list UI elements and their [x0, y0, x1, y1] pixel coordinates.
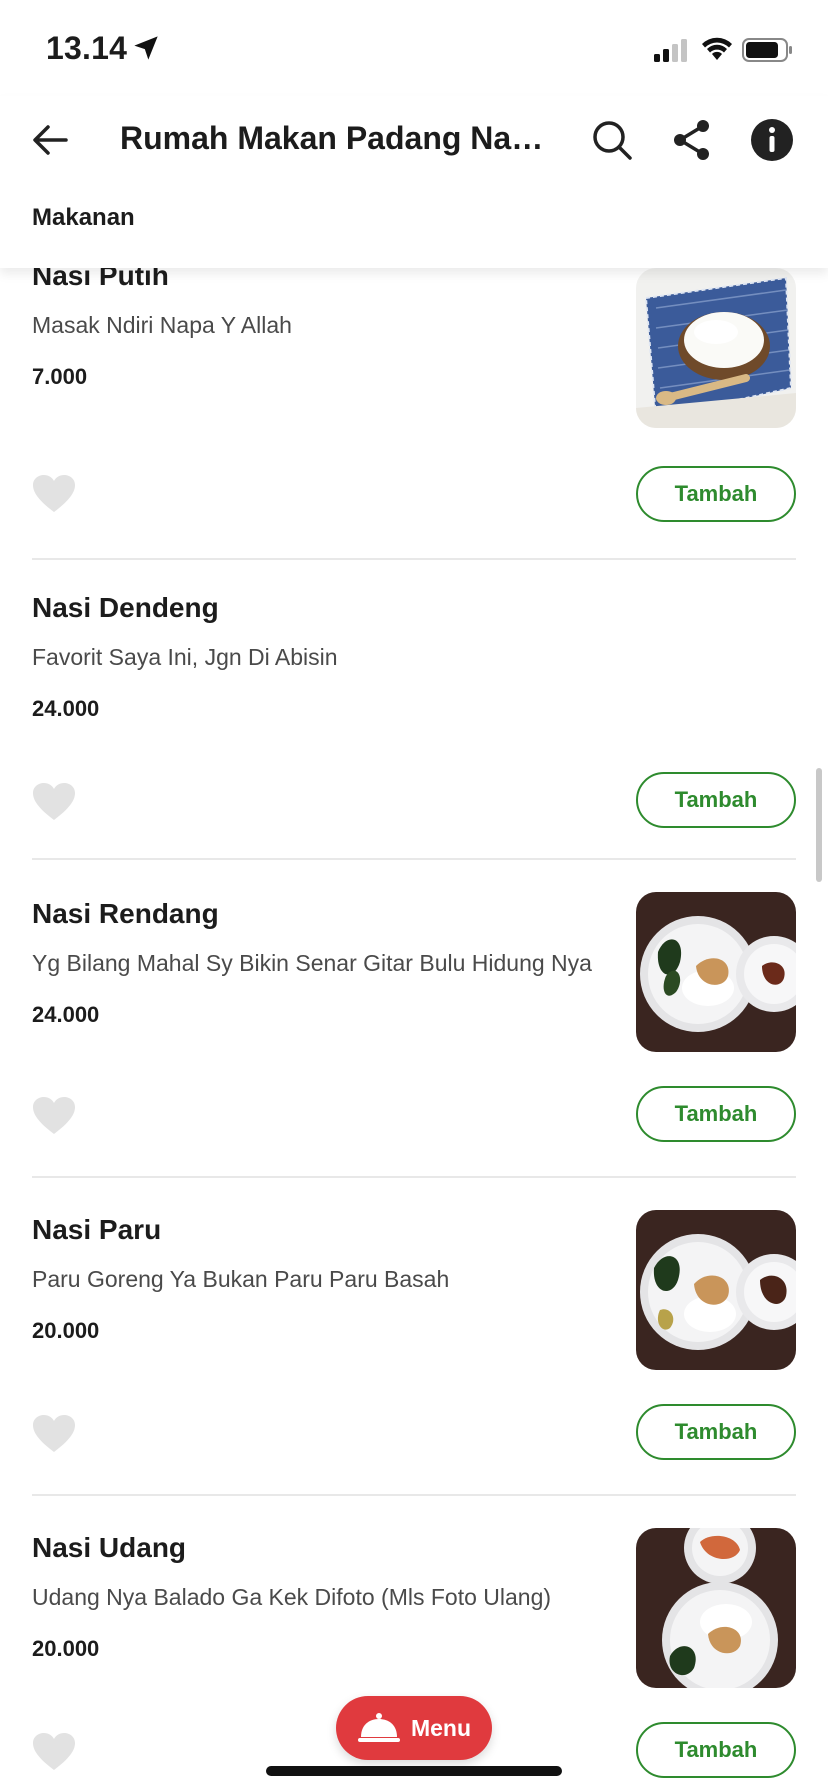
- menu-item: Nasi Rendang Yg Bilang Mahal Sy Bikin Se…: [32, 860, 796, 1178]
- scrollbar-thumb[interactable]: [816, 768, 822, 882]
- search-icon[interactable]: [590, 118, 634, 162]
- item-name: Nasi Dendeng: [32, 592, 219, 623]
- battery-icon: [742, 38, 792, 62]
- item-price: 20.000: [32, 1636, 100, 1661]
- white-rice-photo[interactable]: [636, 268, 796, 428]
- menu-item: Nasi Paru Paru Goreng Ya Bukan Paru Paru…: [32, 1178, 796, 1496]
- menu-button[interactable]: Menu: [336, 1696, 492, 1760]
- location-arrow-icon: [134, 36, 158, 60]
- cloche-icon: [357, 1713, 400, 1742]
- status-time: 13.14: [46, 30, 128, 66]
- app-header: Rumah Makan Padang Nasi... Makanan: [0, 96, 828, 268]
- category-label: Makanan: [32, 204, 135, 231]
- menu-list: Nasi Putih Masak Ndiri Napa Y Allah 7.00…: [0, 260, 828, 1792]
- item-description: Paru Goreng Ya Bukan Paru Paru Basah: [32, 1266, 450, 1292]
- cellular-signal-icon: [654, 39, 687, 62]
- rendang-plate-photo[interactable]: [636, 892, 796, 1052]
- item-name: Nasi Udang: [32, 1532, 187, 1563]
- add-button[interactable]: Tambah: [636, 1722, 796, 1778]
- share-icon[interactable]: [670, 118, 714, 162]
- udang-plate-photo[interactable]: [636, 1528, 796, 1688]
- heart-icon[interactable]: [32, 1732, 76, 1772]
- wifi-icon: [702, 37, 732, 60]
- item-price: 20.000: [32, 1318, 100, 1343]
- item-description: Favorit Saya Ini, Jgn Di Abisin: [32, 644, 338, 670]
- item-price: 7.000: [32, 364, 88, 389]
- heart-icon[interactable]: [32, 1096, 76, 1136]
- home-indicator: [266, 1766, 562, 1776]
- add-button[interactable]: Tambah: [636, 466, 796, 522]
- heart-icon[interactable]: [32, 1414, 76, 1454]
- add-button[interactable]: Tambah: [636, 772, 796, 828]
- paru-plate-photo[interactable]: [636, 1210, 796, 1370]
- menu-button-label: Menu: [410, 1714, 472, 1741]
- heart-icon[interactable]: [32, 782, 76, 822]
- item-name: Nasi Rendang: [32, 898, 219, 929]
- menu-item: Nasi Dendeng Favorit Saya Ini, Jgn Di Ab…: [32, 560, 796, 860]
- item-description: Yg Bilang Mahal Sy Bikin Senar Gitar Bul…: [32, 950, 592, 976]
- item-price: 24.000: [32, 1002, 100, 1027]
- heart-icon[interactable]: [32, 474, 76, 514]
- menu-item: Nasi Putih Masak Ndiri Napa Y Allah 7.00…: [32, 260, 796, 560]
- item-description: Udang Nya Balado Ga Kek Difoto (Mls Foto…: [32, 1584, 552, 1610]
- add-button[interactable]: Tambah: [636, 1404, 796, 1460]
- item-name: Nasi Paru: [32, 1214, 162, 1245]
- page-title: Rumah Makan Padang Nasi...: [120, 120, 550, 156]
- status-bar: 13.14: [0, 0, 828, 96]
- info-icon[interactable]: [750, 118, 794, 162]
- item-price: 24.000: [32, 696, 100, 721]
- back-arrow-icon[interactable]: [28, 118, 72, 162]
- add-button[interactable]: Tambah: [636, 1086, 796, 1142]
- item-description: Masak Ndiri Napa Y Allah: [32, 312, 292, 338]
